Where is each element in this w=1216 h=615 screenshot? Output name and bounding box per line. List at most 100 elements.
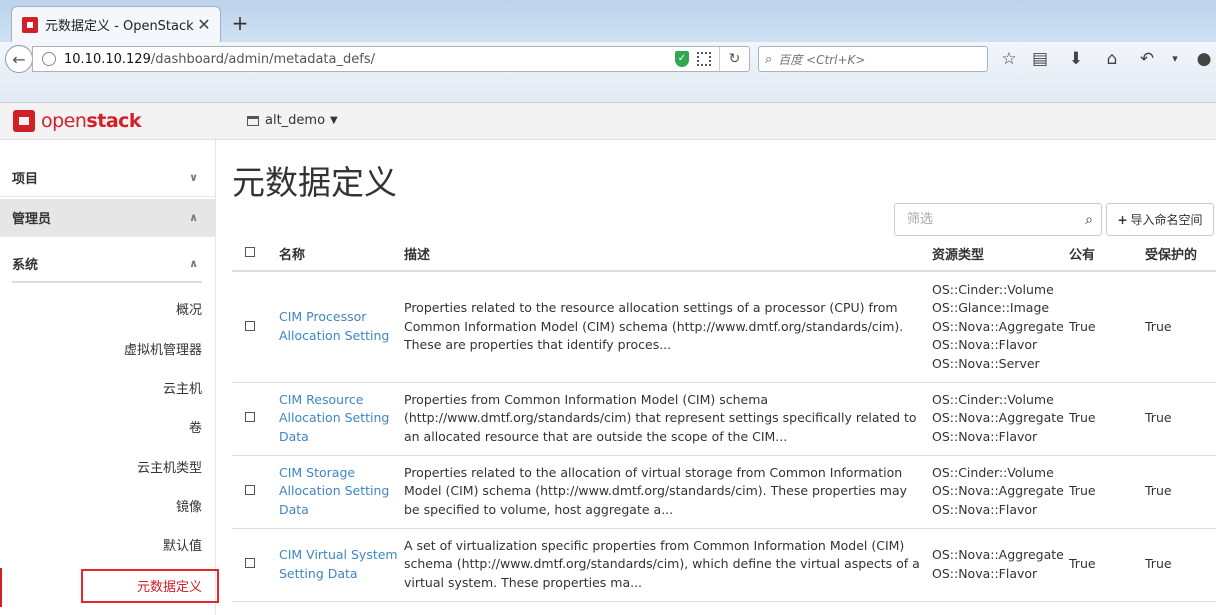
resource-type: OS::Nova::Aggregate bbox=[932, 410, 1064, 426]
protected-value: True bbox=[1145, 455, 1216, 529]
namespace-name-cell: CIM Storage Allocation Setting Data bbox=[279, 455, 404, 529]
chevron-up-icon: ∧ bbox=[189, 211, 198, 224]
globe-icon bbox=[42, 52, 56, 66]
row-select-cell bbox=[232, 382, 279, 456]
resource-type: OS::Nova::Flavor bbox=[932, 428, 1038, 444]
undo-icon[interactable]: ↶ bbox=[1135, 48, 1159, 70]
table-row: CIM Resource Allocation Setting Data Pro… bbox=[232, 382, 1216, 456]
namespace-name-cell: CIM Resource Allocation Setting Data bbox=[279, 382, 404, 456]
sidebar-item-flavors[interactable]: 云主机类型 bbox=[0, 449, 216, 488]
sidebar-item-volumes[interactable]: 卷 bbox=[0, 409, 216, 448]
sidebar-item-defaults[interactable]: 默认值 bbox=[0, 527, 216, 566]
openstack-logo[interactable]: openstack bbox=[13, 110, 142, 132]
public-value: True bbox=[1069, 455, 1145, 529]
namespace-name-link[interactable]: CIM Resource Allocation Setting Data bbox=[279, 392, 389, 444]
row-checkbox[interactable] bbox=[245, 412, 255, 423]
column-header-protected[interactable]: 受保护的 bbox=[1145, 237, 1216, 272]
resource-type: OS::Nova::Flavor bbox=[932, 565, 1038, 581]
namespace-name-cell: CIM Processor Allocation Setting bbox=[279, 271, 404, 383]
column-header-name[interactable]: 名称 bbox=[279, 237, 404, 272]
namespace-description: Properties related to the resource alloc… bbox=[404, 271, 932, 383]
row-select-cell bbox=[232, 528, 279, 602]
openstack-logo-icon bbox=[13, 110, 35, 132]
shield-check-icon[interactable]: ✓ bbox=[675, 51, 689, 67]
sidebar-section-admin[interactable]: 管理员 ∧ bbox=[0, 199, 216, 237]
back-arrow-icon: ← bbox=[12, 49, 26, 69]
openstack-header: openstack alt_demo ▼ bbox=[0, 103, 1216, 140]
search-icon[interactable]: ⌕ bbox=[1077, 212, 1101, 228]
sidebar-item-overview[interactable]: 概况 bbox=[0, 291, 216, 330]
row-checkbox[interactable] bbox=[245, 558, 255, 569]
namespace-name-link[interactable]: CIM Storage Allocation Setting Data bbox=[279, 465, 389, 517]
row-checkbox[interactable] bbox=[245, 320, 255, 331]
namespace-description: A set of virtualization specific propert… bbox=[404, 528, 932, 602]
openstack-favicon-icon bbox=[22, 16, 38, 33]
namespace-description: Properties related to the allocation of … bbox=[404, 455, 932, 529]
address-bar[interactable]: 10.10.10.129/dashboard/admin/metadata_de… bbox=[32, 46, 750, 72]
sidebar-section-label: 项目 bbox=[12, 172, 39, 187]
filter-box[interactable]: ⌕ bbox=[894, 203, 1102, 236]
resource-types-cell: OS::Nova::Aggregate OS::Nova::Flavor bbox=[932, 528, 1069, 602]
sidebar: 项目 ∨ 管理员 ∧ 系统 ∧ 概况 虚拟机管理器 云主机 卷 云主机类型 镜像… bbox=[0, 140, 216, 615]
row-select-cell bbox=[232, 455, 279, 529]
browser-navbar: ← 10.10.10.129/dashboard/admin/metadata_… bbox=[0, 42, 1216, 103]
sidebar-subsection-system[interactable]: 系统 ∧ bbox=[12, 245, 202, 283]
reading-list-icon[interactable]: ▤ bbox=[1028, 48, 1052, 70]
chat-icon[interactable]: ● bbox=[1192, 48, 1216, 70]
resource-types-cell: OS::Cinder::Volume OS::Nova::Aggregate O… bbox=[932, 455, 1069, 529]
search-placeholder: 百度 <Ctrl+K> bbox=[778, 52, 866, 67]
download-icon[interactable]: ⬇ bbox=[1064, 48, 1088, 70]
namespace-name-link[interactable]: CIM Processor Allocation Setting bbox=[279, 309, 389, 343]
resource-types-cell: OS::Cinder::Volume OS::Glance::Image OS:… bbox=[932, 271, 1069, 383]
sidebar-item-hypervisors[interactable]: 虚拟机管理器 bbox=[0, 331, 216, 370]
browser-tab[interactable]: 元数据定义 - OpenStack ... ✕ bbox=[11, 6, 221, 42]
bookmark-star-icon[interactable]: ☆ bbox=[997, 48, 1021, 70]
row-checkbox[interactable] bbox=[245, 485, 255, 496]
new-tab-button[interactable]: + bbox=[230, 11, 250, 35]
url-text[interactable]: 10.10.10.129/dashboard/admin/metadata_de… bbox=[64, 52, 675, 67]
reload-button[interactable]: ↻ bbox=[719, 47, 749, 71]
resource-types-cell: OS::Cinder::Volume OS::Nova::Aggregate O… bbox=[932, 382, 1069, 456]
namespace-name-link[interactable]: CIM Virtual System Setting Data bbox=[279, 547, 398, 581]
back-button[interactable]: ← bbox=[5, 45, 33, 73]
sidebar-item-instances[interactable]: 云主机 bbox=[0, 370, 216, 409]
qr-code-icon[interactable] bbox=[697, 52, 711, 66]
sidebar-section-project[interactable]: 项目 ∨ bbox=[0, 159, 216, 197]
protected-value: True bbox=[1145, 271, 1216, 383]
logo-text: openstack bbox=[41, 110, 142, 132]
import-namespace-label: 导入命名空间 bbox=[1130, 213, 1203, 227]
filter-input[interactable] bbox=[895, 204, 1077, 235]
public-value: True bbox=[1069, 271, 1145, 383]
import-namespace-button[interactable]: + 导入命名空间 bbox=[1106, 203, 1214, 236]
url-host: 10.10.10.129 bbox=[64, 51, 151, 67]
resource-type: OS::Nova::Flavor bbox=[932, 501, 1038, 517]
sidebar-item-images[interactable]: 镜像 bbox=[0, 488, 216, 527]
close-tab-icon[interactable]: ✕ bbox=[196, 15, 212, 34]
chevron-up-icon: ∧ bbox=[189, 256, 198, 270]
search-box[interactable]: ⌕ 百度 <Ctrl+K> bbox=[758, 46, 988, 72]
select-all-checkbox[interactable] bbox=[245, 247, 255, 257]
sidebar-section-label: 管理员 bbox=[12, 212, 52, 227]
table-header-row: 名称 描述 资源类型 公有 受保护的 bbox=[232, 237, 1216, 272]
page-title: 元数据定义 bbox=[232, 163, 397, 202]
sidebar-item-metadata-definitions[interactable]: 元数据定义 bbox=[0, 568, 216, 607]
table-row: CIM Virtual System Setting Data A set of… bbox=[232, 528, 1216, 602]
column-header-public[interactable]: 公有 bbox=[1069, 237, 1145, 272]
select-all-cell bbox=[232, 237, 279, 272]
sidebar-subsection-label: 系统 bbox=[12, 257, 39, 273]
project-name: alt_demo bbox=[265, 113, 326, 128]
resource-type: OS::Cinder::Volume bbox=[932, 281, 1054, 297]
table-row: CIM Processor Allocation Setting Propert… bbox=[232, 271, 1216, 383]
chevron-down-icon[interactable]: ▾ bbox=[1163, 48, 1187, 70]
home-icon[interactable]: ⌂ bbox=[1100, 48, 1124, 70]
public-value: True bbox=[1069, 382, 1145, 456]
resource-type: OS::Nova::Flavor bbox=[932, 337, 1038, 352]
browser-tabstrip: 元数据定义 - OpenStack ... ✕ + bbox=[0, 0, 1216, 42]
table-row: CIM Storage Allocation Setting Data Prop… bbox=[232, 455, 1216, 529]
column-header-resource-types[interactable]: 资源类型 bbox=[932, 237, 1069, 272]
url-path: /dashboard/admin/metadata_defs/ bbox=[150, 51, 375, 67]
column-header-description[interactable]: 描述 bbox=[404, 237, 932, 272]
project-switcher[interactable]: alt_demo ▼ bbox=[247, 113, 338, 128]
search-icon: ⌕ bbox=[765, 51, 773, 67]
resource-type: OS::Nova::Aggregate bbox=[932, 483, 1064, 499]
